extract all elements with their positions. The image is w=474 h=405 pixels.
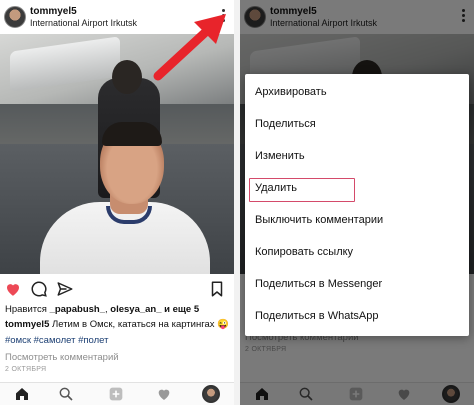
bottom-nav xyxy=(0,382,234,405)
menu-item-delete[interactable]: Удалить xyxy=(245,172,469,204)
send-icon[interactable] xyxy=(56,280,74,298)
caption-line: tommyel5 Летим в Омск, кататься на карти… xyxy=(5,317,231,332)
hashtags[interactable]: #омск #самолет #полет xyxy=(5,332,231,350)
menu-item-share-whatsapp[interactable]: Поделиться в WhatsApp xyxy=(245,300,469,332)
post-location[interactable]: International Airport Irkutsk xyxy=(30,18,137,28)
liker-1[interactable]: _papabush_ xyxy=(50,304,105,315)
red-arrow-annotation xyxy=(153,14,226,81)
menu-item-share[interactable]: Поделиться xyxy=(245,108,469,140)
profile-avatar[interactable] xyxy=(202,385,220,403)
user-avatar[interactable] xyxy=(4,6,26,28)
search-icon[interactable] xyxy=(58,386,74,402)
caption-username[interactable]: tommyel5 xyxy=(5,319,49,330)
bookmark-icon[interactable] xyxy=(208,280,226,298)
menu-item-turn-off-comments[interactable]: Выключить комментарии xyxy=(245,204,469,236)
menu-item-copy-link[interactable]: Копировать ссылку xyxy=(245,236,469,268)
likes-suffix[interactable]: и еще 5 xyxy=(164,304,199,315)
post-actions xyxy=(0,278,234,300)
menu-item-archive[interactable]: Архивировать xyxy=(245,76,469,108)
post-username[interactable]: tommyel5 xyxy=(30,6,77,17)
home-icon[interactable] xyxy=(14,386,30,402)
post-date: 2 ОКТЯБРЯ xyxy=(5,366,47,373)
view-comments-link[interactable]: Посмотреть комментарий xyxy=(5,350,231,366)
menu-item-edit[interactable]: Изменить xyxy=(245,140,469,172)
post-panel-right: tommyel5 International Airport Irkutsk #… xyxy=(240,0,474,405)
likes-prefix: Нравится xyxy=(5,304,47,315)
likes-line[interactable]: Нравится _papabush_, olesya_an_ и еще 5 xyxy=(5,302,231,317)
menu-item-share-messenger[interactable]: Поделиться в Messenger xyxy=(245,268,469,300)
heart-icon[interactable] xyxy=(4,280,22,298)
comment-icon[interactable] xyxy=(30,280,48,298)
post-panel-left: tommyel5 International Airport Irkutsk Н… xyxy=(0,0,234,405)
post-caption-area: Нравится _papabush_, olesya_an_ и еще 5 … xyxy=(5,302,231,373)
caption-text: Летим в Омск, кататься на картингах 😜 xyxy=(52,319,229,330)
post-options-menu: Архивировать Поделиться Изменить Удалить… xyxy=(245,74,469,336)
liker-2[interactable]: olesya_an_ xyxy=(110,304,161,315)
add-post-icon[interactable] xyxy=(108,386,124,402)
heart-outline-icon[interactable] xyxy=(156,386,172,402)
